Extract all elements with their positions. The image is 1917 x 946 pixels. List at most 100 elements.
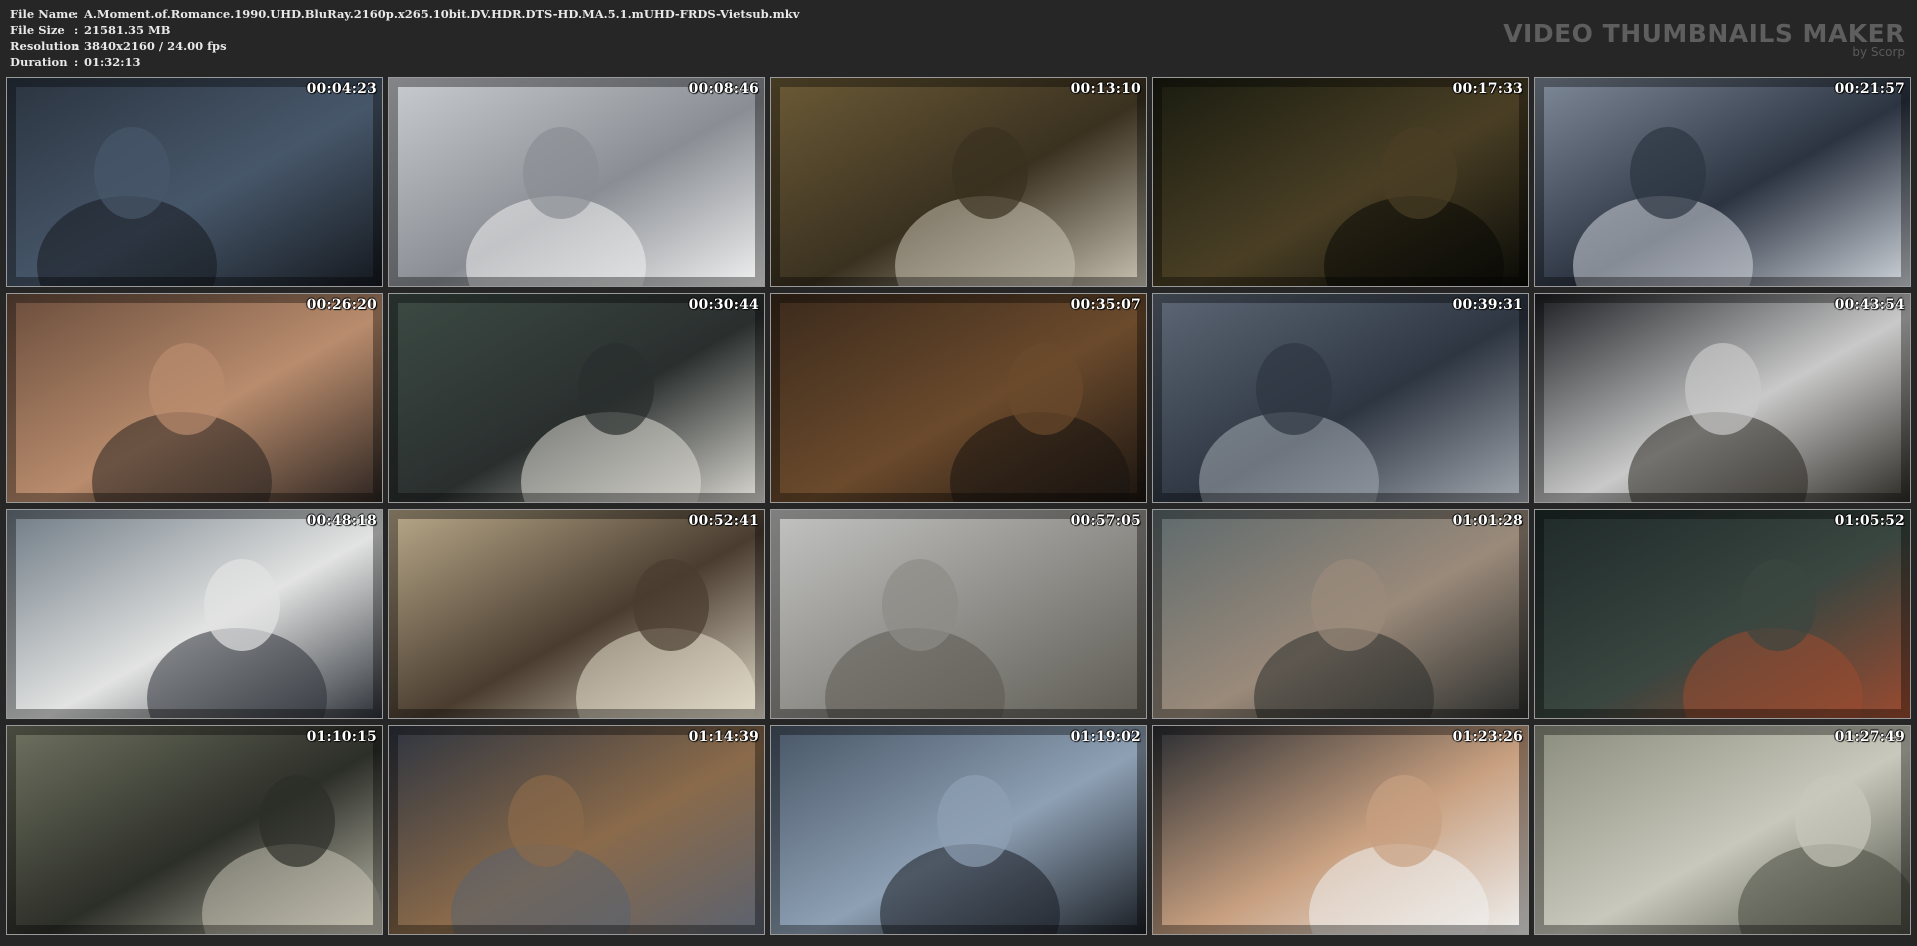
frame-image: [771, 78, 1146, 286]
frame-image: [1535, 726, 1910, 934]
frame-subject-head: [633, 559, 709, 651]
timestamp-label: 00:39:31: [1452, 297, 1523, 313]
frame-image: [7, 294, 382, 502]
frame-image: [7, 78, 382, 286]
frame-subject-head: [1256, 343, 1332, 435]
frame-subject-head: [149, 343, 225, 435]
file-size-label: File Size: [10, 23, 65, 37]
file-size-row: File Size : 21581.35 MB: [10, 22, 799, 38]
separator: :: [74, 55, 79, 69]
separator: :: [74, 39, 79, 53]
thumbnail-frame: 00:43:54: [1534, 293, 1911, 503]
frame-subject-head: [1311, 559, 1387, 651]
timestamp-label: 00:30:44: [688, 297, 759, 313]
duration-label: Duration: [10, 55, 68, 69]
brand-watermark: VIDEO THUMBNAILS MAKER by Scorp: [1503, 19, 1905, 59]
frame-image: [771, 294, 1146, 502]
thumbnail-frame: 00:39:31: [1152, 293, 1529, 503]
timestamp-label: 01:27:49: [1834, 729, 1905, 745]
frame-subject-head: [1381, 127, 1457, 219]
frame-image: [771, 510, 1146, 718]
frame-subject-head: [1685, 343, 1761, 435]
thumbnail-frame: 01:14:39: [388, 725, 765, 935]
thumbnail-frame: 00:08:46: [388, 77, 765, 287]
frame-image: [1535, 510, 1910, 718]
frame-subject-head: [508, 775, 584, 867]
frame-subject-head: [259, 775, 335, 867]
frame-image: [1153, 294, 1528, 502]
frame-subject-head: [1007, 343, 1083, 435]
frame-image: [1535, 294, 1910, 502]
resolution-row: Resolution : 3840x2160 / 24.00 fps: [10, 38, 799, 54]
timestamp-label: 00:43:54: [1834, 297, 1905, 313]
frame-image: [389, 78, 764, 286]
timestamp-label: 00:21:57: [1834, 81, 1905, 97]
timestamp-label: 00:48:18: [306, 513, 377, 529]
thumbnail-frame: 00:35:07: [770, 293, 1147, 503]
timestamp-label: 00:08:46: [688, 81, 759, 97]
frame-image: [771, 726, 1146, 934]
timestamp-label: 00:57:05: [1070, 513, 1141, 529]
thumbnail-frame: 01:10:15: [6, 725, 383, 935]
frame-subject-head: [523, 127, 599, 219]
frame-image: [389, 726, 764, 934]
file-size-value: 21581.35 MB: [84, 23, 171, 37]
frame-image: [1153, 78, 1528, 286]
timestamp-label: 00:52:41: [688, 513, 759, 529]
thumbnail-frame: 01:19:02: [770, 725, 1147, 935]
thumbnail-frame: 01:23:26: [1152, 725, 1529, 935]
frame-subject-head: [1366, 775, 1442, 867]
thumbnail-frame: 00:13:10: [770, 77, 1147, 287]
thumbnail-frame: 00:57:05: [770, 509, 1147, 719]
file-name-label: File Name: [10, 7, 76, 21]
frame-image: [389, 294, 764, 502]
frame-image: [7, 510, 382, 718]
thumbnail-frame: 01:05:52: [1534, 509, 1911, 719]
timestamp-label: 00:35:07: [1070, 297, 1141, 313]
duration-row: Duration : 01:32:13: [10, 54, 799, 70]
frame-subject-head: [952, 127, 1028, 219]
timestamp-label: 01:10:15: [306, 729, 377, 745]
frame-subject-head: [882, 559, 958, 651]
resolution-value: 3840x2160 / 24.00 fps: [84, 39, 227, 53]
brand-title: VIDEO THUMBNAILS MAKER: [1503, 19, 1905, 48]
thumbnail-frame: 00:26:20: [6, 293, 383, 503]
frame-image: [389, 510, 764, 718]
thumbnail-frame: 00:48:18: [6, 509, 383, 719]
thumbnail-frame: 00:52:41: [388, 509, 765, 719]
timestamp-label: 01:05:52: [1834, 513, 1905, 529]
frame-subject-head: [937, 775, 1013, 867]
timestamp-label: 01:01:28: [1452, 513, 1523, 529]
thumbnail-frame: 00:17:33: [1152, 77, 1529, 287]
file-name-row: File Name : A.Moment.of.Romance.1990.UHD…: [10, 6, 799, 22]
frame-image: [7, 726, 382, 934]
frame-subject-head: [1630, 127, 1706, 219]
separator: :: [74, 23, 79, 37]
timestamp-label: 01:19:02: [1070, 729, 1141, 745]
frame-subject-head: [578, 343, 654, 435]
thumbnail-grid: 00:04:23 00:08:46 00:13:10 00:17:33 00:21:57…: [6, 77, 1911, 941]
thumbnail-frame: 00:30:44: [388, 293, 765, 503]
timestamp-label: 00:26:20: [306, 297, 377, 313]
frame-image: [1153, 510, 1528, 718]
timestamp-label: 00:04:23: [306, 81, 377, 97]
thumbnail-frame: 00:21:57: [1534, 77, 1911, 287]
timestamp-label: 00:13:10: [1070, 81, 1141, 97]
frame-image: [1535, 78, 1910, 286]
frame-subject-head: [1740, 559, 1816, 651]
frame-subject-head: [94, 127, 170, 219]
file-info-panel: File Name : A.Moment.of.Romance.1990.UHD…: [10, 6, 799, 70]
timestamp-label: 01:14:39: [688, 729, 759, 745]
thumbnail-frame: 01:27:49: [1534, 725, 1911, 935]
thumbnail-sheet: File Name : A.Moment.of.Romance.1990.UHD…: [0, 0, 1917, 946]
resolution-label: Resolution: [10, 39, 80, 53]
timestamp-label: 00:17:33: [1452, 81, 1523, 97]
duration-value: 01:32:13: [84, 55, 141, 69]
frame-subject-head: [1795, 775, 1871, 867]
file-name-value: A.Moment.of.Romance.1990.UHD.BluRay.2160…: [84, 7, 800, 21]
thumbnail-frame: 00:04:23: [6, 77, 383, 287]
separator: :: [74, 7, 79, 21]
thumbnail-frame: 01:01:28: [1152, 509, 1529, 719]
timestamp-label: 01:23:26: [1452, 729, 1523, 745]
frame-image: [1153, 726, 1528, 934]
